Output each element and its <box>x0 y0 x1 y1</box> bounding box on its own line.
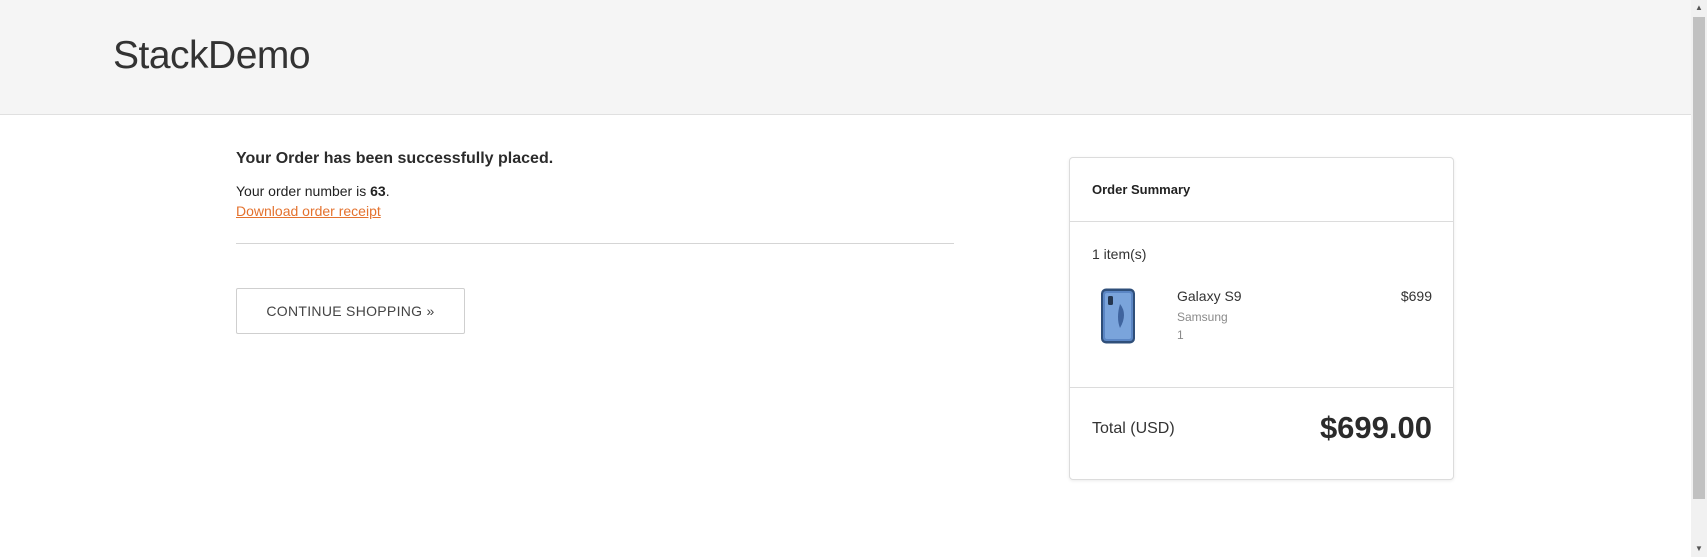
total-value: $699.00 <box>1319 410 1432 445</box>
confirmation-section: Your Order has been successfully placed.… <box>236 150 954 334</box>
logo[interactable]: StackDemo <box>113 34 311 78</box>
order-summary-card: Order Summary 1 item(s) Galaxy S9 Samsun… <box>1069 157 1454 480</box>
product-name: Galaxy S9 <box>1177 288 1242 304</box>
items-count: 1 item(s) <box>1092 246 1147 262</box>
order-number-suffix: . <box>385 183 390 199</box>
top-header: StackDemo <box>0 0 1691 115</box>
total-label: Total (USD) <box>1092 420 1175 437</box>
order-summary-title: Order Summary <box>1070 158 1453 222</box>
product-brand: Samsung <box>1177 310 1228 324</box>
product-price: $699 <box>1400 288 1432 304</box>
continue-shopping-button[interactable]: CONTINUE SHOPPING » <box>236 288 465 334</box>
phone-icon <box>1101 288 1135 344</box>
summary-divider <box>1070 387 1453 388</box>
success-message: Your Order has been successfully placed. <box>236 150 554 167</box>
scroll-up-icon[interactable]: ▲ <box>1691 0 1707 16</box>
order-number: 63 <box>370 183 386 199</box>
order-number-prefix: Your order number is <box>236 183 371 199</box>
order-number-line: Your order number is 63. <box>236 183 954 199</box>
scroll-down-icon[interactable]: ▼ <box>1691 541 1707 557</box>
product-quantity: 1 <box>1177 328 1184 342</box>
scroll-thumb[interactable] <box>1693 17 1705 499</box>
vertical-scrollbar[interactable]: ▲ ▼ <box>1691 0 1707 557</box>
download-receipt-link[interactable]: Download order receipt <box>236 203 381 219</box>
divider <box>236 243 954 244</box>
